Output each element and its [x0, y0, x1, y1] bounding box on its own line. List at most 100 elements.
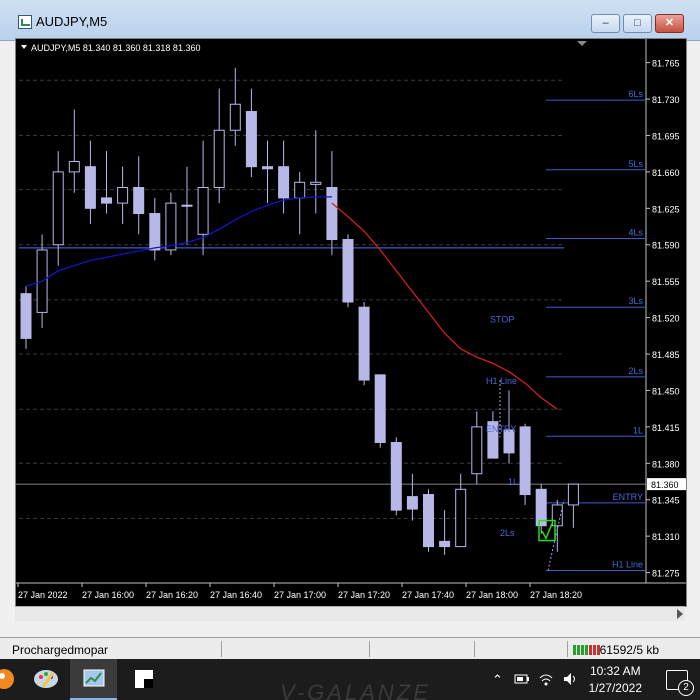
candle-body: [278, 166, 290, 199]
candle-body: [294, 181, 306, 199]
price-tick-label: 81.695: [652, 131, 680, 141]
time-tick-label: 27 Jan 17:00: [274, 590, 326, 600]
traffic-counter: 61592/5 kb: [599, 643, 659, 657]
tray-wifi-icon[interactable]: [538, 671, 554, 687]
chart-symbol-label: AUDJPY,M5 81.340 81.360 81.318 81.360: [31, 43, 200, 53]
price-tick-label: 81.345: [652, 496, 680, 506]
status-divider: [221, 641, 222, 657]
window-title: AUDJPY,M5: [36, 14, 108, 29]
notification-count: 2: [678, 680, 694, 696]
time-tick-label: 27 Jan 17:20: [338, 590, 390, 600]
price-tick-label: 81.310: [652, 532, 680, 542]
price-tick-label: 81.730: [652, 95, 680, 105]
candle-body: [262, 166, 273, 170]
candle-body: [101, 197, 112, 204]
blue-moving-average: [25, 196, 332, 287]
time-tick-label: 27 Jan 16:20: [146, 590, 198, 600]
status-user: Prochargedmopar: [12, 643, 109, 657]
tray-speaker-icon[interactable]: [562, 671, 578, 687]
time-tick-label: 27 Jan 16:00: [82, 590, 134, 600]
candle-body: [245, 111, 257, 168]
time-tick-label: 27 Jan 16:40: [210, 590, 262, 600]
candle-body: [84, 166, 96, 209]
maximize-button[interactable]: □: [623, 14, 652, 33]
status-divider: [474, 641, 475, 657]
level-label: 2Ls: [628, 366, 643, 376]
price-tick-label: 81.485: [652, 350, 680, 360]
taskbar-metatrader-icon[interactable]: [70, 659, 117, 700]
tray-chevron-up-icon[interactable]: ⌃: [492, 672, 503, 688]
candle-body: [117, 187, 129, 204]
connection-bars-icon: [573, 645, 600, 655]
chart-annotation: 2Ls: [500, 528, 515, 538]
price-tick-label: 81.625: [652, 204, 680, 214]
time-tick-label: 27 Jan 17:40: [402, 590, 454, 600]
chart-window-icon: [18, 15, 32, 29]
candle-body: [342, 239, 354, 303]
chart-annotation: 1L: [508, 477, 518, 487]
candle-body: [165, 202, 177, 251]
taskbar-clock[interactable]: 10:32 AM 1/27/2022: [589, 663, 642, 697]
level-label: H1 Line: [612, 560, 643, 570]
price-tick-label: 81.520: [652, 314, 680, 324]
candle-body: [68, 160, 80, 173]
chart-menu-chevron-icon: [21, 45, 27, 49]
candle-body: [374, 374, 386, 443]
chart-area[interactable]: 81.765 81.730 81.695 81.660 81.625 81.590 81.5…: [15, 38, 687, 607]
candle-body: [471, 426, 483, 475]
taskbar-watermark: V-GALANZE: [280, 680, 431, 700]
price-tick-label: 81.590: [652, 241, 680, 251]
candle-body: [406, 496, 418, 510]
price-tick-label: 81.660: [652, 168, 680, 178]
price-tick-label: 81.555: [652, 277, 680, 287]
candle-body: [229, 103, 241, 131]
candle-body: [439, 540, 451, 548]
level-label: ENTRY: [613, 492, 643, 502]
taskbar-app-black-icon[interactable]: [121, 659, 168, 700]
candle-body: [423, 494, 434, 548]
scroll-right-icon[interactable]: [677, 609, 683, 619]
status-divider: [567, 641, 568, 657]
level-label: 3Ls: [628, 296, 643, 306]
taskbar: V-GALANZE ⌃ 10:32 AM 1/27/2022 2: [0, 659, 700, 700]
level-label: 4Ls: [628, 228, 643, 238]
candle-body: [197, 187, 209, 235]
window-titlebar: AUDJPY,M5 – □ ✕: [0, 0, 700, 41]
candle-body: [326, 187, 338, 241]
chart-annotation: ENTRY: [486, 424, 516, 434]
level-label: 6Ls: [628, 89, 643, 99]
price-tick-label: 81.415: [652, 423, 680, 433]
chart-annotation: STOP: [490, 315, 514, 325]
candle-body: [52, 171, 64, 246]
candle-body: [455, 488, 467, 548]
clock-time: 10:32 AM: [589, 664, 641, 678]
taskbar-paint-icon[interactable]: [23, 659, 70, 700]
candle-body: [390, 441, 402, 511]
current-price-label: 81.360: [651, 480, 679, 490]
time-tick-label: 27 Jan 18:20: [530, 590, 582, 600]
price-tick-label: 81.380: [652, 459, 680, 469]
level-label: 1L: [633, 425, 643, 435]
price-tick-label: 81.765: [652, 59, 680, 69]
clock-date: 1/27/2022: [588, 681, 642, 695]
price-chart[interactable]: 81.765 81.730 81.695 81.660 81.625 81.590 81.5…: [16, 39, 686, 606]
candle-body: [20, 293, 32, 339]
time-tick-label: 27 Jan 18:00: [466, 590, 518, 600]
horizontal-scrollbar[interactable]: [15, 606, 685, 621]
time-tick-label: 27 Jan 2022: [18, 590, 68, 600]
close-button[interactable]: ✕: [655, 14, 684, 33]
candle-body: [310, 181, 322, 185]
candle-body: [567, 483, 579, 506]
chart-annotation: H1 Line: [486, 376, 517, 386]
status-divider: [369, 641, 370, 657]
status-bar: Prochargedmopar 61592/5 kb: [0, 637, 700, 660]
candle-body: [519, 426, 531, 496]
level-label: 5Ls: [628, 159, 643, 169]
minimize-button[interactable]: –: [591, 14, 620, 33]
tray-battery-icon[interactable]: [514, 672, 530, 686]
shift-marker-icon: [577, 41, 587, 46]
price-tick-label: 81.450: [652, 386, 680, 396]
candle-body: [358, 306, 370, 381]
candle-body: [181, 204, 193, 207]
candle-body: [149, 213, 161, 251]
